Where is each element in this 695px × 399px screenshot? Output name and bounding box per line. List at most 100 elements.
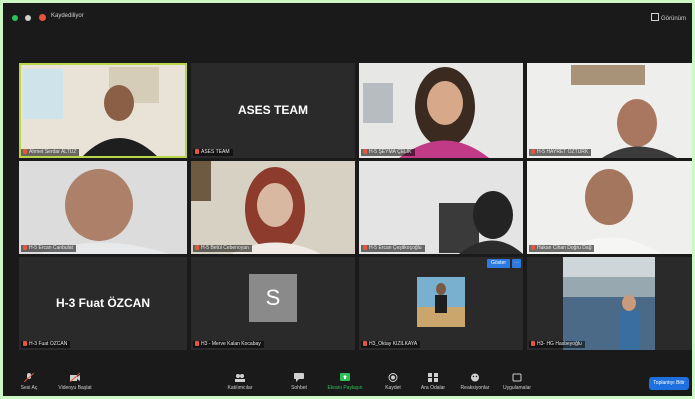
video-tile[interactable]: H-3 Fuat ÖZCAN H-3 Fuat ÖZCAN bbox=[19, 257, 187, 350]
participants-icon bbox=[235, 374, 245, 382]
video-camera-icon bbox=[70, 373, 80, 382]
breakout-rooms-button[interactable]: Ara Odalar bbox=[413, 373, 453, 391]
security-shield-icon[interactable] bbox=[12, 15, 18, 21]
video-tile[interactable]: ASES TEAM ASES TEAM bbox=[191, 63, 355, 158]
toolbar-label: Videoyu Başlat bbox=[58, 385, 92, 391]
recording-label: Kaydediliyor bbox=[51, 13, 84, 19]
participant-video-frame bbox=[359, 63, 523, 158]
toolbar-label: Reaksiyonlar bbox=[460, 385, 490, 391]
participant-name: ASES TEAM bbox=[201, 149, 230, 155]
start-video-button[interactable]: Videoyu Başlat bbox=[55, 373, 95, 391]
participant-name-tag: H-5 Betül Cebenoyan bbox=[193, 245, 252, 252]
participant-video-frame bbox=[19, 161, 187, 254]
info-icon[interactable] bbox=[25, 15, 31, 21]
reactions-button[interactable]: Reaksiyonlar bbox=[455, 373, 495, 391]
video-tile[interactable]: H3- HG Hasbeyoğlu bbox=[527, 257, 692, 350]
video-tile[interactable]: H-5 HAYRET ÖZTÜRK bbox=[527, 63, 692, 158]
reactions-icon bbox=[471, 373, 479, 382]
muted-mic-icon bbox=[531, 341, 535, 346]
more-options-icon[interactable]: ⋯ bbox=[512, 259, 521, 268]
muted-mic-icon bbox=[363, 341, 367, 346]
toolbar-label: Ara Odalar bbox=[420, 385, 446, 391]
apps-icon bbox=[512, 373, 522, 382]
meeting-top-bar: Kaydediliyor Görünüm bbox=[3, 3, 692, 33]
participant-photo bbox=[527, 257, 692, 350]
zoom-window: Kaydediliyor Görünüm Ahmet Serdar ALTÜZ … bbox=[3, 3, 692, 396]
participant-name-tag: H-5 ŞEYMA ÇELİK bbox=[361, 149, 415, 156]
toolbar-label: Kaydet bbox=[385, 385, 401, 391]
participant-name: H-5 Ercan Çeşitkoçoğlu bbox=[369, 245, 422, 251]
participant-name-tag: H-5 Ercan Çeşitkoçoğlu bbox=[361, 245, 425, 252]
participant-video-frame bbox=[191, 161, 355, 254]
microphone-icon bbox=[24, 373, 34, 382]
participant-video-frame bbox=[359, 161, 523, 254]
muted-mic-icon bbox=[195, 245, 199, 250]
toolbar-label: Uygulamalar bbox=[502, 385, 532, 391]
participant-name-tag: Ahmet Serdar ALTÜZ bbox=[21, 149, 80, 156]
participant-name-tag: H3 - Merve Kalan Kocabay bbox=[193, 341, 264, 348]
participant-video-frame bbox=[527, 161, 692, 254]
video-tile[interactable]: Ahmet Serdar ALTÜZ bbox=[19, 63, 187, 158]
participant-name: H-5 Betül Cebenoyan bbox=[201, 245, 249, 251]
participants-button[interactable]: Katılımcılar bbox=[220, 373, 260, 391]
participant-name-tag: H-5 Ercan Canbulat bbox=[21, 245, 76, 252]
video-tile[interactable]: Hakan Cihan Doğru Dağ bbox=[527, 161, 692, 254]
participant-name-tag: H3- HG Hasbeyoğlu bbox=[529, 341, 585, 348]
muted-mic-icon bbox=[23, 341, 27, 346]
toolbar-label: Katılımcılar bbox=[227, 385, 253, 391]
record-icon bbox=[388, 373, 398, 382]
participant-name: H-5 ŞEYMA ÇELİK bbox=[369, 149, 412, 155]
participant-name: H3 - Merve Kalan Kocabay bbox=[201, 341, 261, 347]
muted-mic-icon bbox=[23, 245, 27, 250]
participant-name: H-5 HAYRET ÖZTÜRK bbox=[537, 149, 589, 155]
video-tile[interactable]: Göster ⋯ H3_Oktay KIZILKAYA bbox=[359, 257, 523, 350]
participant-display-name: H-3 Fuat ÖZCAN bbox=[56, 295, 150, 310]
muted-mic-icon bbox=[363, 149, 367, 154]
recording-icon[interactable] bbox=[39, 14, 46, 21]
participant-name-tag: H-3 Fuat ÖZCAN bbox=[21, 341, 71, 348]
toolbar-label: Sesi Aç bbox=[20, 385, 38, 391]
participant-name-tag: H-5 HAYRET ÖZTÜRK bbox=[529, 149, 592, 156]
participant-name: H3- HG Hasbeyoğlu bbox=[537, 341, 582, 347]
breakout-rooms-icon bbox=[428, 373, 438, 382]
participant-video-frame bbox=[19, 63, 187, 158]
participant-name: H-3 Fuat ÖZCAN bbox=[29, 341, 68, 347]
apps-button[interactable]: Uygulamalar bbox=[497, 373, 537, 391]
unmute-button[interactable]: Sesi Aç bbox=[9, 373, 49, 391]
participant-display-name: ASES TEAM bbox=[237, 102, 308, 117]
participant-video-frame bbox=[527, 63, 692, 158]
participant-name-tag: Hakan Cihan Doğru Dağ bbox=[529, 245, 595, 252]
chat-icon bbox=[294, 373, 304, 382]
view-button[interactable]: Görünüm bbox=[650, 13, 686, 22]
muted-mic-icon bbox=[531, 149, 535, 154]
grid-view-icon bbox=[650, 13, 659, 21]
participant-name: Hakan Cihan Doğru Dağ bbox=[537, 245, 592, 251]
share-screen-icon bbox=[340, 373, 350, 381]
participant-name: H3_Oktay KIZILKAYA bbox=[369, 341, 418, 347]
view-label: Görünüm bbox=[660, 16, 686, 22]
toolbar-label: Sohbet bbox=[291, 385, 307, 391]
participant-name: H-5 Ercan Canbulat bbox=[29, 245, 73, 251]
muted-mic-icon bbox=[531, 245, 535, 250]
meeting-toolbar: Sesi Aç Videoyu Başlat Katılımcılar Sohb… bbox=[3, 369, 692, 396]
share-screen-button[interactable]: Ekranı Paylaşın bbox=[325, 373, 365, 391]
chat-button[interactable]: Sohbet bbox=[279, 373, 319, 391]
muted-mic-icon bbox=[195, 149, 199, 154]
muted-mic-icon bbox=[23, 149, 27, 154]
participant-avatar: S bbox=[249, 273, 297, 322]
muted-mic-icon bbox=[363, 245, 367, 250]
participant-name-tag: H3_Oktay KIZILKAYA bbox=[361, 341, 421, 348]
video-tile[interactable]: H-5 Ercan Çeşitkoçoğlu bbox=[359, 161, 523, 254]
participant-photo bbox=[359, 257, 523, 350]
record-button[interactable]: Kaydet bbox=[373, 373, 413, 391]
video-tile[interactable]: H-5 ŞEYMA ÇELİK bbox=[359, 63, 523, 158]
video-tile[interactable]: H-5 Ercan Canbulat bbox=[19, 161, 187, 254]
video-tile[interactable]: H-5 Betül Cebenoyan bbox=[191, 161, 355, 254]
muted-mic-icon bbox=[195, 341, 199, 346]
toolbar-label: Ekranı Paylaşın bbox=[327, 385, 363, 391]
participant-name-tag: ASES TEAM bbox=[193, 149, 233, 156]
video-tile[interactable]: S H3 - Merve Kalan Kocabay bbox=[191, 257, 355, 350]
view-more-button[interactable]: Göster bbox=[487, 259, 511, 268]
participant-name: Ahmet Serdar ALTÜZ bbox=[29, 149, 77, 155]
end-meeting-button[interactable]: Toplantıyı Bitir bbox=[649, 377, 689, 390]
